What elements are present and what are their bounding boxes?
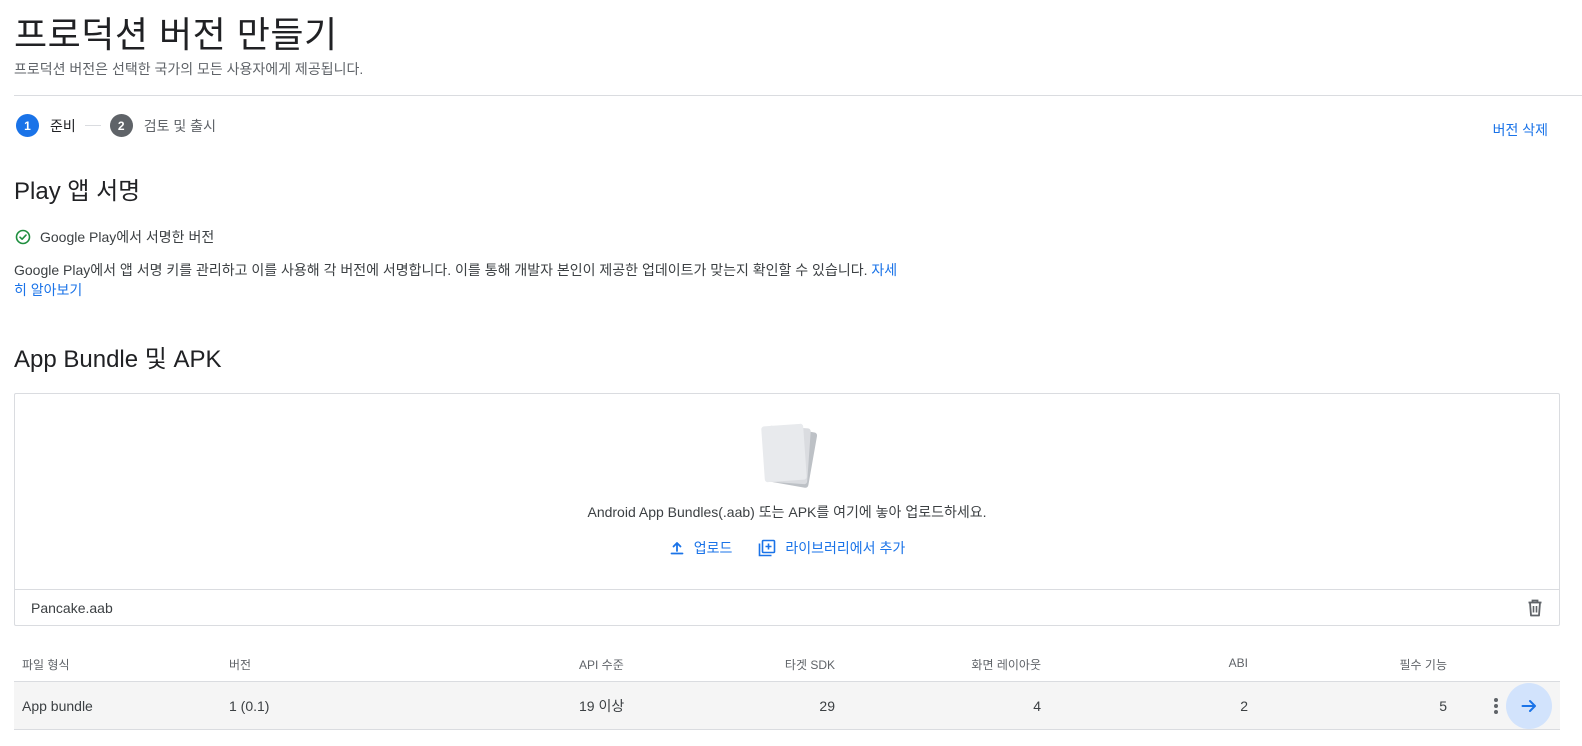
arrow-right-glyph: [1521, 700, 1536, 712]
table-header: 파일 형식 버전 API 수준 타겟 SDK 화면 레이아웃 ABI 필수 기능: [14, 650, 1560, 682]
signing-section-title: Play 앱 서명: [14, 178, 141, 205]
signing-description: Google Play에서 앱 서명 키를 관리하고 이를 사용해 각 버전에 …: [14, 260, 904, 300]
cell-screen-layouts: 4: [1033, 697, 1041, 714]
step-1-number[interactable]: 1: [16, 114, 39, 137]
documents-icon: [761, 423, 817, 488]
bundles-section-title: App Bundle 및 APK: [14, 346, 222, 373]
upload-actions: 업로드 라이브러리에서 추가: [15, 538, 1559, 558]
arrow-forward-icon[interactable]: [1506, 683, 1552, 729]
library-add-icon: [759, 539, 776, 557]
header-abi: ABI: [1228, 656, 1248, 670]
bundles-table: 파일 형식 버전 API 수준 타겟 SDK 화면 레이아웃 ABI 필수 기능…: [14, 650, 1560, 730]
signing-description-text: Google Play에서 앱 서명 키를 관리하고 이를 사용해 각 버전에 …: [14, 262, 868, 278]
header-divider: [14, 95, 1582, 96]
header-screen-layouts: 화면 레이아웃: [971, 658, 1041, 672]
cell-file-type: App bundle: [22, 697, 93, 714]
step-connector: [84, 125, 101, 126]
cell-required-features: 5: [1439, 697, 1447, 714]
cell-target-sdk: 29: [819, 697, 835, 714]
header-api-level: API 수준: [579, 658, 624, 672]
header-required-features: 필수 기능: [1399, 658, 1448, 672]
upload-button-label: 업로드: [693, 540, 733, 556]
cell-version: 1 (0.1): [229, 697, 270, 714]
table-row[interactable]: App bundle 1 (0.1) 19 이상 29 4 2 5: [14, 682, 1560, 730]
uploaded-file-row: Pancake.aab: [15, 589, 1559, 626]
step-2-number[interactable]: 2: [109, 114, 133, 137]
cell-api-level: 19 이상: [579, 697, 625, 714]
more-vert-icon[interactable]: [1492, 696, 1500, 716]
upload-button[interactable]: 업로드: [669, 538, 733, 558]
check-circle-icon: [15, 229, 31, 245]
step-2-label[interactable]: 검토 및 출시: [144, 116, 216, 136]
add-from-library-button[interactable]: 라이브러리에서 추가: [758, 538, 905, 558]
drop-instructions: Android App Bundles(.aab) 또는 APK를 여기에 놓아…: [587, 504, 987, 520]
cell-abi: 2: [1240, 697, 1248, 714]
delete-version-link[interactable]: 버전 삭제: [1493, 120, 1548, 140]
add-from-library-label: 라이브러리에서 추가: [785, 540, 906, 556]
upload-dropzone[interactable]: Android App Bundles(.aab) 또는 APK를 여기에 놓아…: [14, 393, 1560, 626]
header-version: 버전: [229, 658, 252, 672]
header-target-sdk: 타겟 SDK: [784, 658, 835, 672]
page-title: 프로덕션 버전 만들기: [14, 14, 338, 55]
signed-status: Google Play에서 서명한 버전: [15, 227, 214, 247]
stepper: 1 준비 2 검토 및 출시: [16, 114, 216, 137]
file-name: Pancake.aab: [31, 600, 113, 616]
step-1-label[interactable]: 준비: [50, 116, 76, 136]
signed-status-text: Google Play에서 서명한 버전: [40, 229, 215, 245]
page-subtitle: 프로덕션 버전은 선택한 국가의 모든 사용자에게 제공됩니다.: [14, 61, 364, 77]
upload-icon: [670, 542, 684, 555]
header-file-type: 파일 형식: [22, 658, 70, 672]
trash-icon[interactable]: [1525, 598, 1545, 618]
